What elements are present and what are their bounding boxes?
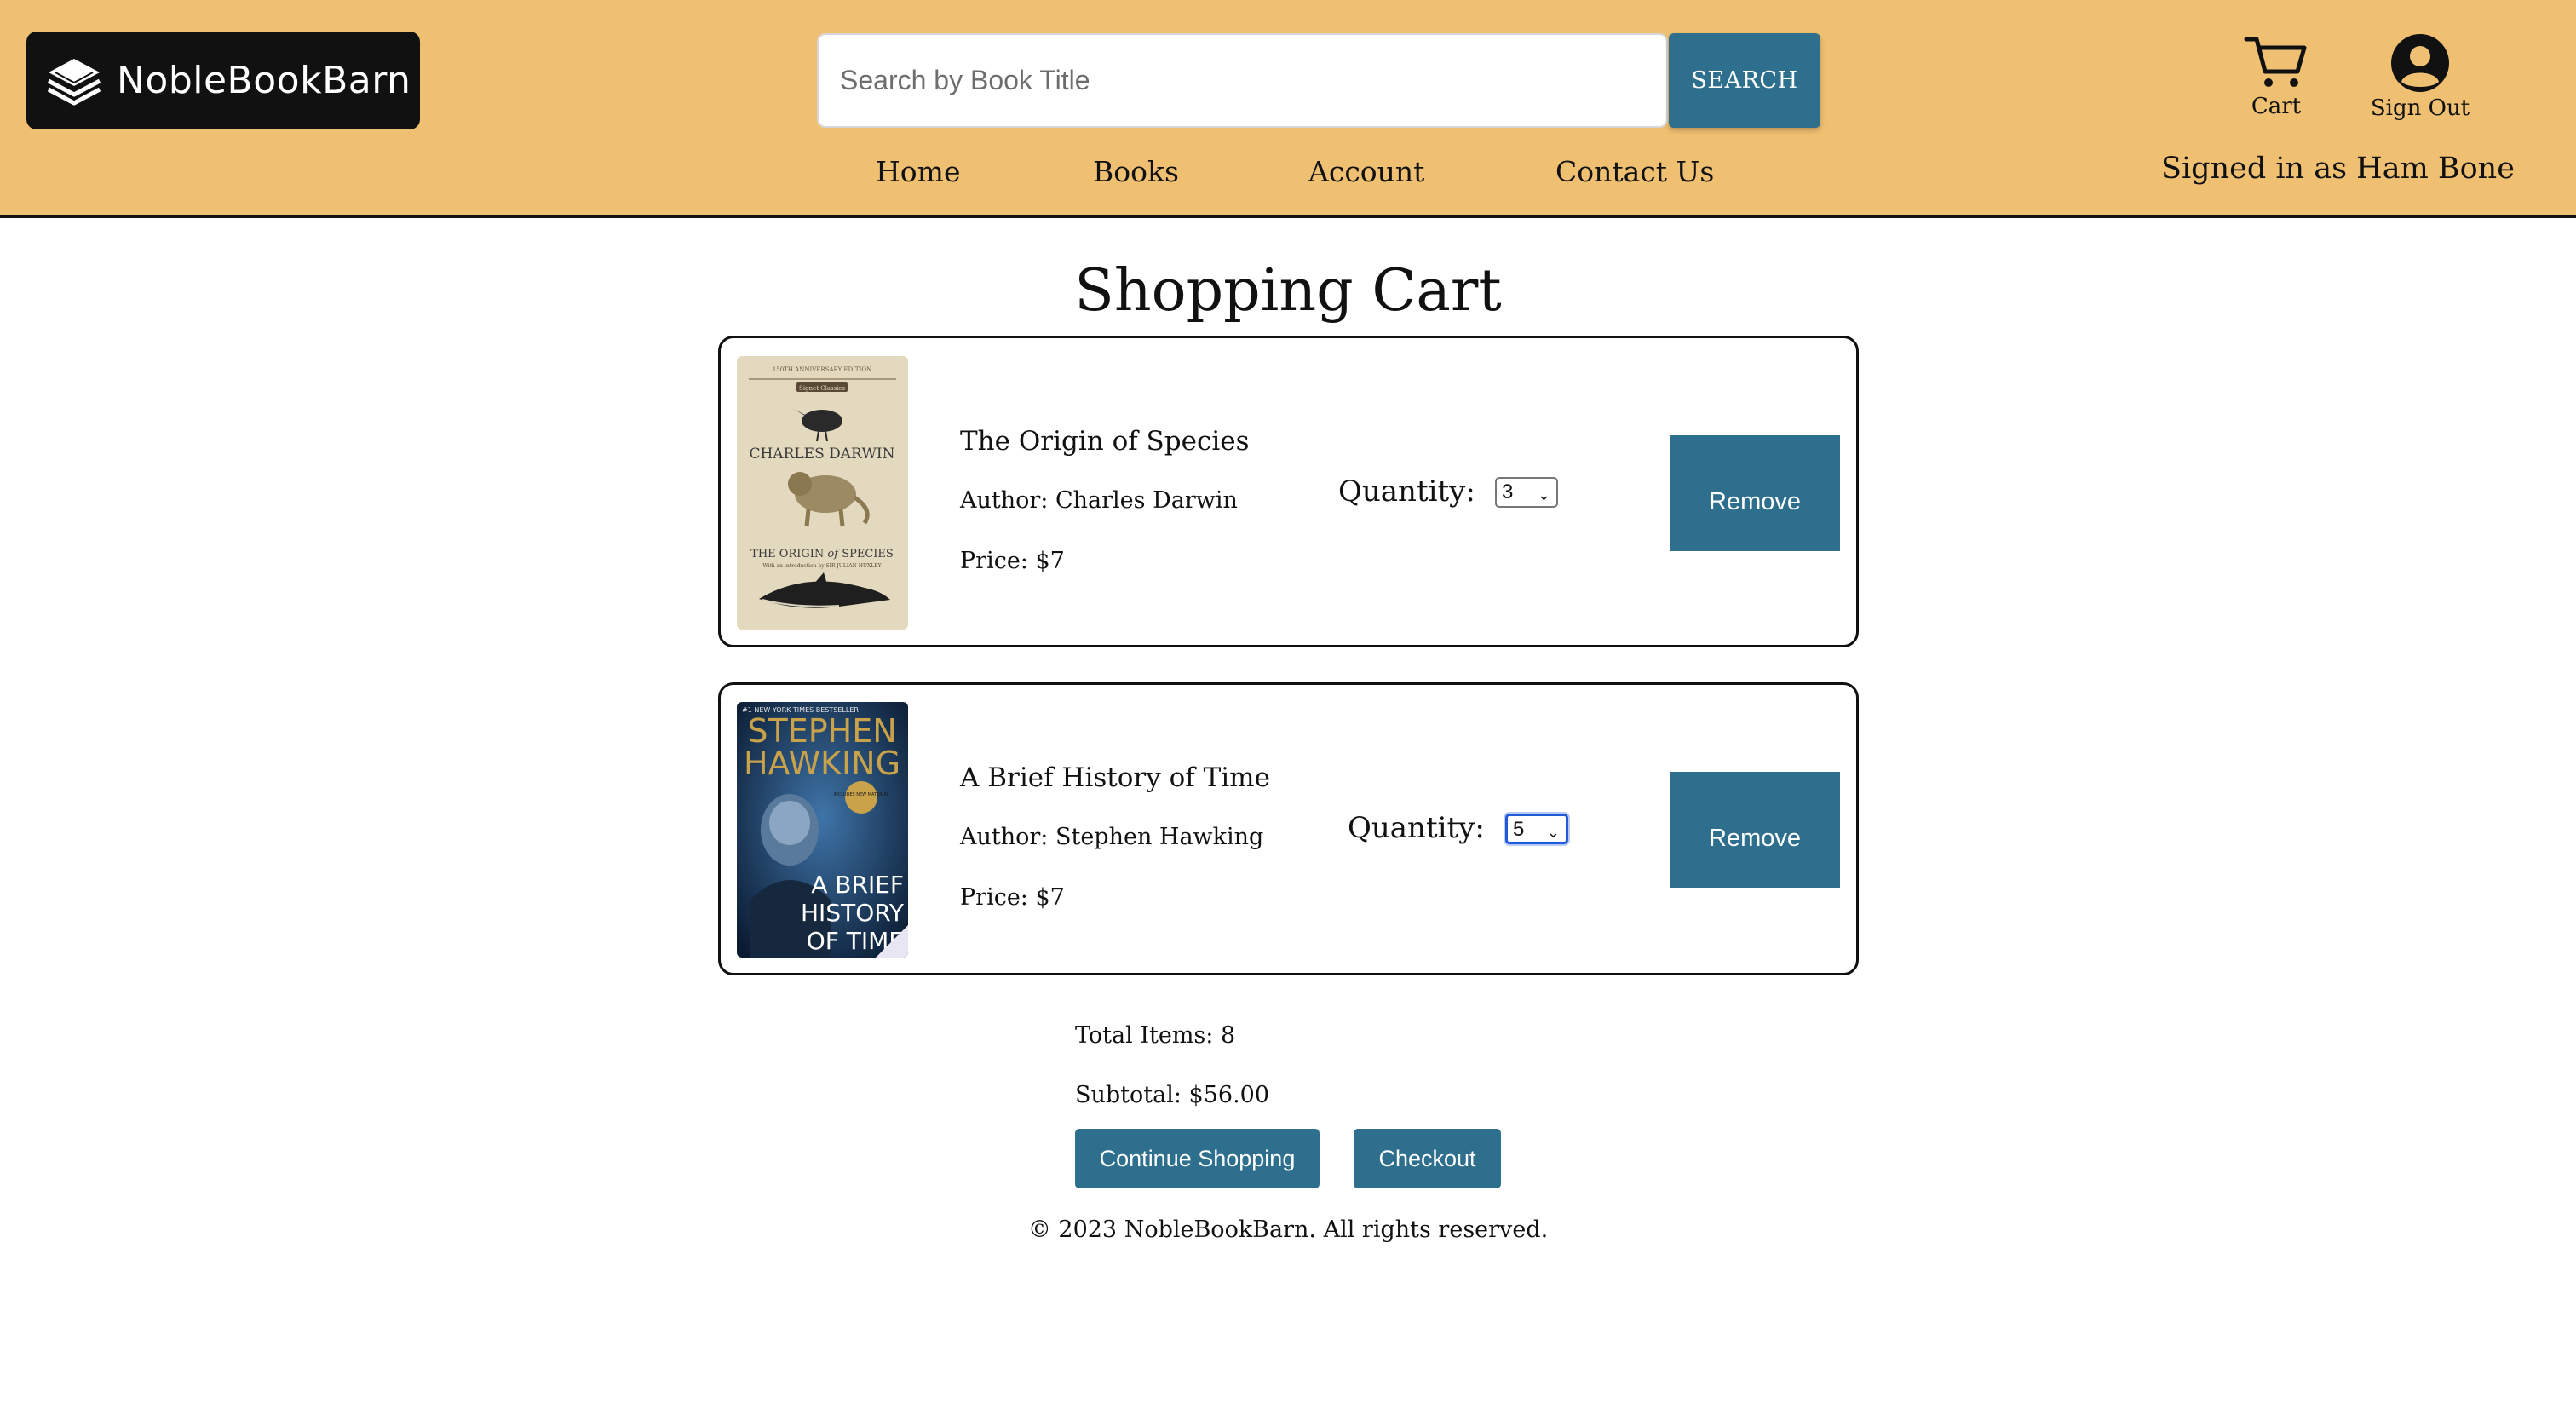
cart-item: #1 NEW YORK TIMES BESTSELLER STEPHEN HAW… <box>718 682 1859 975</box>
signed-in-status: Signed in as Ham Bone <box>2161 152 2515 186</box>
svg-text:A BRIEF: A BRIEF <box>811 871 904 899</box>
remove-button[interactable]: Remove <box>1670 772 1840 888</box>
cart-link[interactable]: Cart <box>2212 32 2340 119</box>
book-cover-origin-of-species[interactable]: 150TH ANNIVERSARY EDITION Signet Classic… <box>737 356 908 630</box>
svg-text:CHARLES DARWIN: CHARLES DARWIN <box>749 446 894 463</box>
cart-label: Cart <box>2251 94 2302 119</box>
book-cover-image: #1 NEW YORK TIMES BESTSELLER STEPHEN HAW… <box>737 702 908 958</box>
quantity-value: 5 <box>1513 818 1525 841</box>
svg-text:THE ORIGIN of SPECIES: THE ORIGIN of SPECIES <box>750 548 894 561</box>
nav-books[interactable]: Books <box>1093 155 1179 188</box>
brand-name: NobleBookBarn <box>117 59 411 102</box>
quantity-label: Quantity: <box>1338 474 1475 509</box>
continue-shopping-button[interactable]: Continue Shopping <box>1075 1129 1320 1188</box>
site-header: NobleBookBarn SEARCH Home Books Account … <box>0 0 2576 218</box>
search-field <box>817 33 1668 128</box>
quantity-value: 3 <box>1502 480 1514 503</box>
book-cover-image: 150TH ANNIVERSARY EDITION Signet Classic… <box>737 356 908 630</box>
brand-logo[interactable]: NobleBookBarn <box>26 32 420 129</box>
svg-text:150TH ANNIVERSARY EDITION: 150TH ANNIVERSARY EDITION <box>773 366 871 373</box>
book-title: The Origin of Species <box>960 426 1250 457</box>
books-stack-icon <box>47 58 101 105</box>
search-input[interactable] <box>819 35 1666 126</box>
book-price: Price: $7 <box>960 548 1065 574</box>
cart-item: 150TH ANNIVERSARY EDITION Signet Classic… <box>718 336 1859 647</box>
chevron-down-icon: ⌄ <box>1537 486 1550 503</box>
total-items: Total Items: 8 <box>1075 1022 1236 1049</box>
nav-account[interactable]: Account <box>1308 155 1424 188</box>
remove-button[interactable]: Remove <box>1670 435 1840 551</box>
search-button[interactable]: SEARCH <box>1669 33 1820 128</box>
footer-copyright: © 2023 NobleBookBarn. All rights reserve… <box>1027 1216 1549 1243</box>
user-avatar-icon <box>2391 34 2449 92</box>
book-author: Author: Stephen Hawking <box>960 824 1264 850</box>
subtotal: Subtotal: $56.00 <box>1075 1082 1270 1108</box>
nav-home[interactable]: Home <box>876 155 960 188</box>
book-cover-brief-history-of-time[interactable]: #1 NEW YORK TIMES BESTSELLER STEPHEN HAW… <box>737 702 908 958</box>
chevron-down-icon: ⌄ <box>1546 824 1560 841</box>
checkout-button[interactable]: Checkout <box>1354 1129 1501 1188</box>
svg-text:With an introduction by SIR JU: With an introduction by SIR JULIAN HUXLE… <box>762 563 882 569</box>
svg-text:HAWKING: HAWKING <box>744 745 900 782</box>
cart-icon <box>2244 37 2307 87</box>
book-price: Price: $7 <box>960 884 1065 911</box>
book-title: A Brief History of Time <box>960 762 1270 793</box>
page-title: Shopping Cart <box>1074 257 1502 325</box>
quantity-label: Quantity: <box>1348 811 1485 845</box>
svg-text:Signet Classics: Signet Classics <box>799 385 845 392</box>
quantity-select[interactable]: 5 ⌄ <box>1505 814 1568 844</box>
nav-contact-us[interactable]: Contact Us <box>1555 155 1714 188</box>
svg-text:HISTORY: HISTORY <box>801 899 905 927</box>
svg-text:INCLUDES NEW MATERIAL: INCLUDES NEW MATERIAL <box>834 792 889 797</box>
sign-out-label: Sign Out <box>2370 95 2470 121</box>
book-author: Author: Charles Darwin <box>960 487 1238 514</box>
quantity-select[interactable]: 3 ⌄ <box>1495 477 1558 508</box>
sign-out-link[interactable]: Sign Out <box>2356 32 2484 121</box>
